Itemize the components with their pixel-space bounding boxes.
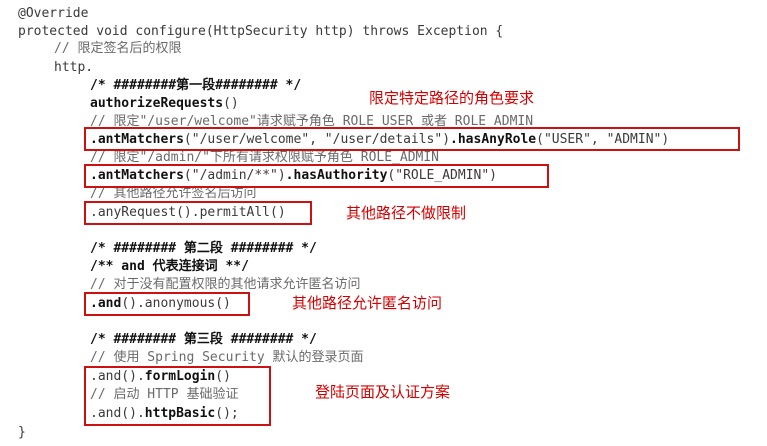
- annotation-override: @Override: [18, 6, 89, 21]
- closing-brace: }: [18, 425, 26, 440]
- section-2-comment: /* ######## 第二段 ######## */: [90, 241, 317, 256]
- highlight-box-role-matchers: [84, 127, 740, 151]
- method-signature: protected void configure(HttpSecurity ht…: [18, 24, 504, 39]
- parens: (): [223, 96, 239, 111]
- annotation-no-restriction: 其他路径不做限制: [346, 204, 467, 222]
- http-line: http.: [54, 60, 94, 75]
- highlight-box-login-auth: [84, 366, 271, 426]
- comment-line: // 使用 Spring Security 默认的登录页面: [90, 350, 364, 365]
- highlight-box-anonymous: [84, 292, 250, 316]
- authorize-requests-line: authorizeRequests(): [90, 95, 239, 113]
- highlight-box-any-request: [84, 201, 312, 225]
- annotation-role-requirements: 限定特定路径的角色要求: [369, 89, 535, 107]
- annotation-login-auth: 登陆页面及认证方案: [315, 383, 451, 401]
- authorize-requests-call: authorizeRequests: [90, 96, 224, 111]
- highlight-box-admin-matcher: [84, 164, 549, 188]
- comment-line: // 限定签名后的权限: [54, 41, 182, 56]
- and-doc-comment: /** and 代表连接词 **/: [90, 259, 249, 274]
- section-3-comment: /* ######## 第三段 ######## */: [90, 332, 317, 347]
- annotation-anonymous-access: 其他路径允许匿名访问: [292, 294, 443, 312]
- section-1-comment: /* ########第一段######## */: [90, 78, 302, 93]
